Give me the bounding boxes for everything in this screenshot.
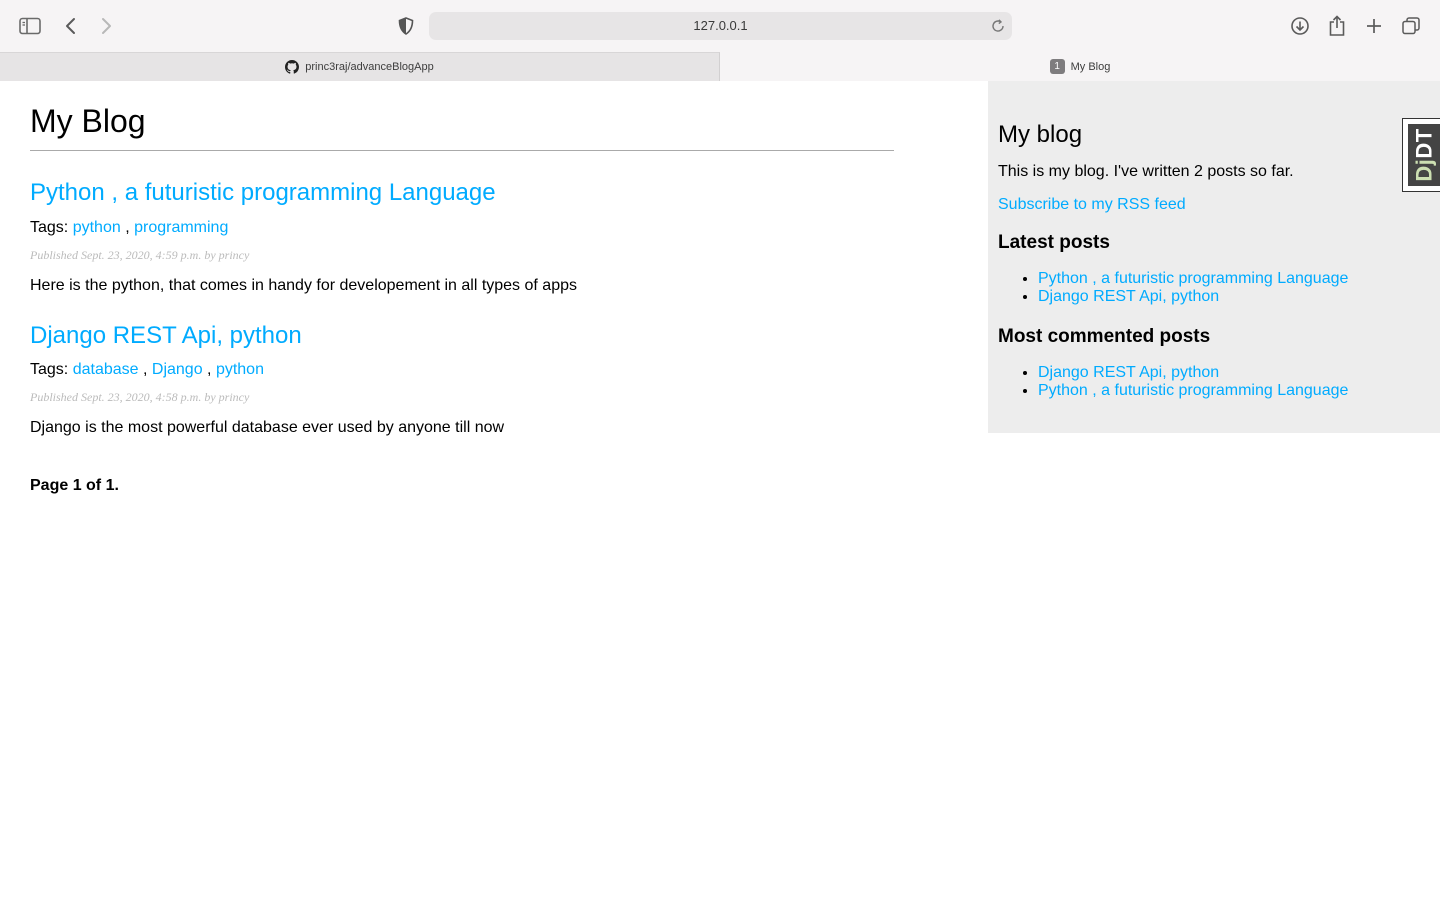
most-commented-heading: Most commented posts xyxy=(998,326,1211,347)
post-body: Django is the most powerful database eve… xyxy=(30,419,505,437)
tab-github[interactable]: princ3raj/advanceBlogApp xyxy=(0,52,720,81)
latest-posts-heading: Latest posts xyxy=(998,232,1110,253)
tab-title: My Blog xyxy=(1070,60,1111,73)
post-title-link[interactable]: Python , a futuristic programming Langua… xyxy=(30,179,496,208)
debug-toolbar-logo: DjDT xyxy=(1408,124,1440,186)
sidebar: My blog This is my blog. I've written 2 … xyxy=(988,81,1440,433)
post-tags: Tags: database , Django , python xyxy=(30,361,264,379)
post-tags: Tags: python , programming xyxy=(30,218,229,236)
list-item: Python , a futuristic programming Langua… xyxy=(1038,270,1430,288)
new-tab-icon[interactable] xyxy=(1362,14,1386,38)
tag-link[interactable]: python xyxy=(73,219,121,236)
tag-link[interactable]: programming xyxy=(134,219,228,236)
list-item: Django REST Api, python xyxy=(1038,288,1430,306)
sidebar-title: My blog xyxy=(998,121,1083,148)
list-item: Python , a futuristic programming Langua… xyxy=(1038,382,1430,400)
most-commented-link[interactable]: Django REST Api, python xyxy=(1038,364,1219,381)
sidebar-toggle-icon[interactable] xyxy=(18,14,42,38)
latest-post-link[interactable]: Python , a futuristic programming Langua… xyxy=(1038,270,1348,287)
github-icon xyxy=(285,60,300,74)
post-date: Published Sept. 23, 2020, 4:58 p.m. by p… xyxy=(30,390,250,405)
main-content: My Blog Python , a futuristic programmin… xyxy=(30,81,894,495)
tag-link[interactable]: database xyxy=(73,361,139,378)
list-item: Django REST Api, python xyxy=(1038,364,1430,382)
reload-icon[interactable] xyxy=(990,18,1006,34)
tag-link[interactable]: Django xyxy=(152,361,203,378)
tags-label: Tags: xyxy=(30,361,69,379)
privacy-shield-icon[interactable] xyxy=(394,14,418,38)
post-title-link[interactable]: Django REST Api, python xyxy=(30,322,302,351)
rss-feed-link[interactable]: Subscribe to my RSS feed xyxy=(998,196,1186,214)
tab-bar: princ3raj/advanceBlogApp 1 My Blog xyxy=(0,52,1440,81)
pagination: Page 1 of 1. xyxy=(30,477,119,495)
downloads-icon[interactable] xyxy=(1288,14,1312,38)
debug-toolbar-handle[interactable]: DjDT xyxy=(1402,118,1440,192)
post-item: Python , a futuristic programming Langua… xyxy=(30,179,894,295)
tab-overview-icon[interactable] xyxy=(1399,14,1423,38)
post-date: Published Sept. 23, 2020, 4:59 p.m. by p… xyxy=(30,247,250,262)
browser-toolbar: 127.0.0.1 xyxy=(0,0,1440,52)
tab-title: princ3raj/advanceBlogApp xyxy=(305,61,434,73)
forward-icon[interactable] xyxy=(94,14,118,38)
post-item: Django REST Api, python Tags: database ,… xyxy=(30,322,894,438)
share-icon[interactable] xyxy=(1325,14,1349,38)
tag-link[interactable]: python xyxy=(216,361,264,378)
latest-posts-list: Python , a futuristic programming Langua… xyxy=(1038,270,1430,306)
most-commented-list: Django REST Api, python Python , a futur… xyxy=(1038,364,1430,400)
tab-my-blog[interactable]: 1 My Blog xyxy=(720,52,1440,81)
djdt-dj-text: Dj xyxy=(1411,158,1437,182)
sidebar-intro: This is my blog. I've written 2 posts so… xyxy=(998,163,1294,180)
most-commented-link[interactable]: Python , a futuristic programming Langua… xyxy=(1038,382,1348,399)
latest-post-link[interactable]: Django REST Api, python xyxy=(1038,288,1219,305)
address-bar[interactable]: 127.0.0.1 xyxy=(429,12,1012,40)
back-icon[interactable] xyxy=(59,14,83,38)
djdt-dt-text: DT xyxy=(1411,128,1437,159)
post-body: Here is the python, that comes in handy … xyxy=(30,276,577,294)
tags-label: Tags: xyxy=(30,218,69,236)
page-title: My Blog xyxy=(30,103,894,151)
tab-badge: 1 xyxy=(1049,59,1065,74)
url-text: 127.0.0.1 xyxy=(693,18,748,33)
